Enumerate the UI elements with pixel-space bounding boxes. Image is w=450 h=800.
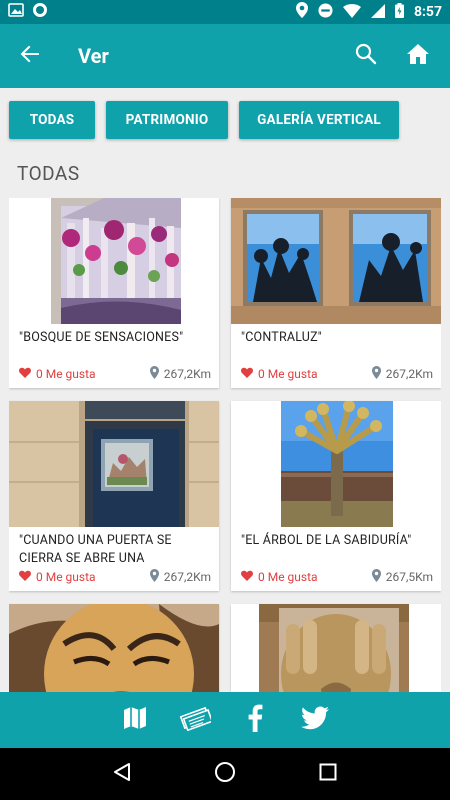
- filter-bar: TODAS PATRIMONIO GALERÍA VERTICAL: [0, 88, 450, 152]
- likes-count: 0 Me gusta: [258, 367, 318, 381]
- photo-icon: [8, 2, 24, 22]
- heart-icon: [19, 570, 31, 584]
- artwork-card[interactable]: "CONTRALUZ" 0 Me gusta 267,2Km: [231, 198, 441, 388]
- location-pin-icon: [149, 366, 159, 382]
- nav-recents-button[interactable]: [313, 759, 343, 789]
- tickets-button[interactable]: [179, 705, 214, 735]
- heart-icon: [19, 367, 31, 381]
- artwork-title: "BOSQUE DE SENSACIONES": [19, 330, 184, 345]
- home-button[interactable]: [392, 24, 444, 88]
- artwork-grid: "BOSQUE DE SENSACIONES" 0 Me gusta 267,2…: [9, 198, 441, 692]
- card-footer: 0 Me gusta 267,2Km: [19, 366, 211, 382]
- nav-back-button[interactable]: [107, 759, 137, 789]
- signal-icon: [370, 3, 385, 22]
- artwork-card[interactable]: [231, 604, 441, 692]
- card-footer: 0 Me gusta 267,2Km: [19, 569, 211, 585]
- likes-count: 0 Me gusta: [258, 570, 318, 584]
- location-icon: [295, 2, 308, 22]
- artwork-image: [9, 198, 219, 324]
- location-pin-icon: [371, 366, 381, 382]
- map-icon: [123, 706, 147, 734]
- like-button[interactable]: 0 Me gusta: [19, 367, 96, 381]
- nav-home-button[interactable]: [210, 759, 240, 789]
- filter-todas-button[interactable]: TODAS: [9, 101, 95, 139]
- artwork-image: [9, 401, 219, 527]
- twitter-button[interactable]: [300, 705, 330, 735]
- like-button[interactable]: 0 Me gusta: [241, 570, 318, 584]
- app-bar: Ver: [0, 24, 450, 88]
- heart-icon: [241, 367, 253, 381]
- battery-icon: [394, 2, 404, 22]
- status-time: 8:57: [413, 4, 442, 20]
- page-title: Ver: [78, 44, 109, 68]
- facebook-icon: [247, 704, 263, 736]
- back-triangle-icon: [112, 762, 132, 786]
- card-footer: 0 Me gusta 267,2Km: [241, 366, 433, 382]
- card-footer: 0 Me gusta 267,5Km: [241, 569, 433, 585]
- distance-text: 267,2Km: [385, 367, 433, 381]
- search-button[interactable]: [340, 24, 392, 88]
- artwork-title: "CONTRALUZ": [241, 330, 322, 345]
- distance-text: 267,2Km: [163, 570, 211, 584]
- heart-icon: [241, 570, 253, 584]
- like-button[interactable]: 0 Me gusta: [19, 570, 96, 584]
- system-nav-bar: [0, 748, 450, 800]
- artwork-title: "EL ÁRBOL DE LA SABIDURÍA": [241, 533, 412, 548]
- bottom-action-bar: [0, 692, 450, 748]
- status-bar: 8:57: [0, 0, 450, 24]
- distance-info: 267,2Km: [149, 366, 211, 382]
- home-icon: [406, 43, 430, 69]
- distance-info: 267,2Km: [371, 366, 433, 382]
- artwork-card[interactable]: "CUANDO UNA PUERTA SE CIERRA SE ABRE UNA…: [9, 401, 219, 591]
- section-title: TODAS: [17, 162, 80, 185]
- wifi-icon: [342, 3, 361, 22]
- filter-galeria-vertical-button[interactable]: GALERÍA VERTICAL: [239, 101, 399, 139]
- back-button[interactable]: [0, 24, 60, 88]
- artwork-card[interactable]: "EL ÁRBOL DE LA SABIDURÍA" 0 Me gusta 26…: [231, 401, 441, 591]
- dnd-icon: [318, 2, 333, 22]
- likes-count: 0 Me gusta: [36, 570, 96, 584]
- likes-count: 0 Me gusta: [36, 367, 96, 381]
- filter-patrimonio-button[interactable]: PATRIMONIO: [106, 101, 228, 139]
- back-arrow-icon: [20, 44, 40, 68]
- location-pin-icon: [149, 569, 159, 585]
- map-button[interactable]: [120, 705, 150, 735]
- distance-text: 267,2Km: [163, 367, 211, 381]
- recents-square-icon: [319, 763, 337, 785]
- home-circle-icon: [214, 761, 236, 787]
- search-icon: [355, 43, 377, 69]
- artwork-card[interactable]: [9, 604, 219, 692]
- distance-info: 267,5Km: [371, 569, 433, 585]
- artwork-image: [231, 401, 441, 527]
- distance-info: 267,2Km: [149, 569, 211, 585]
- artwork-card[interactable]: "BOSQUE DE SENSACIONES" 0 Me gusta 267,2…: [9, 198, 219, 388]
- like-button[interactable]: 0 Me gusta: [241, 367, 318, 381]
- artwork-image: [231, 198, 441, 324]
- ticket-icon: [179, 705, 214, 735]
- artwork-image: [231, 604, 441, 692]
- twitter-icon: [301, 706, 329, 734]
- distance-text: 267,5Km: [385, 570, 433, 584]
- artwork-title: "CUANDO UNA PUERTA SE CIERRA SE ABRE UNA: [19, 533, 172, 566]
- facebook-button[interactable]: [240, 704, 270, 736]
- circle-icon: [32, 2, 48, 22]
- location-pin-icon: [371, 569, 381, 585]
- artwork-image: [9, 604, 219, 692]
